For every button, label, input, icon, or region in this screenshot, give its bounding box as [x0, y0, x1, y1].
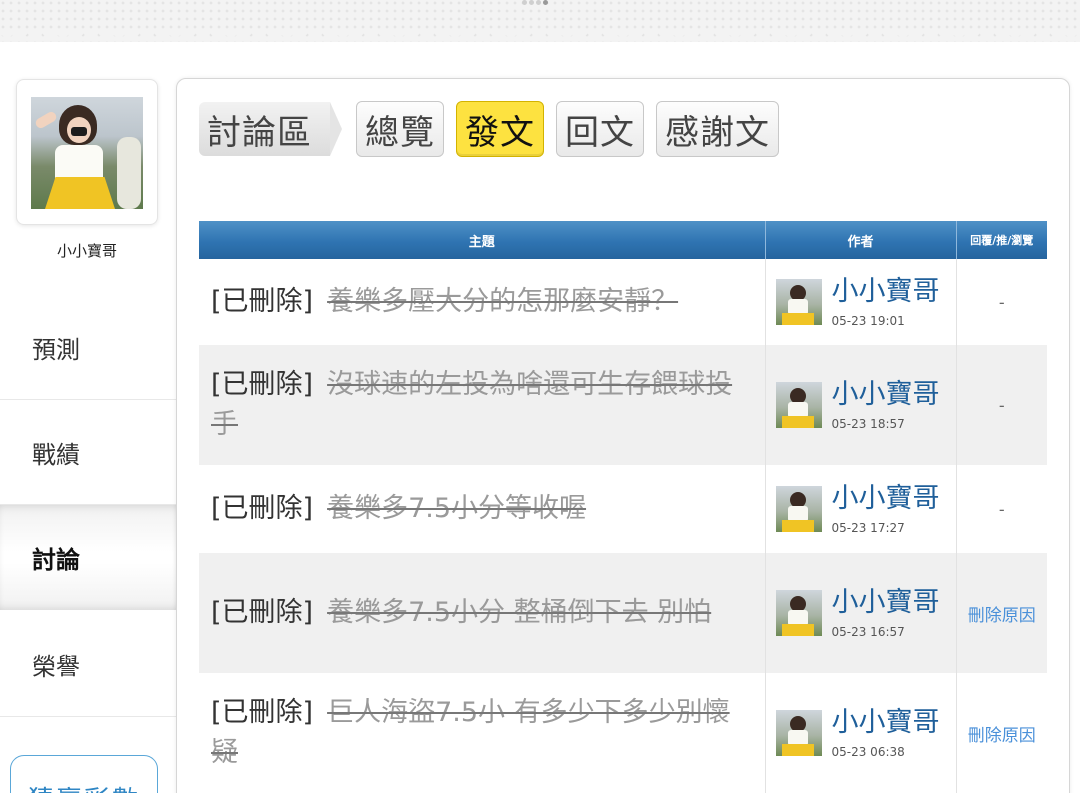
stats-cell: -: [956, 259, 1047, 345]
tab-overview[interactable]: 總覽: [356, 101, 444, 157]
sidebar-item-record[interactable]: 戰績: [0, 400, 176, 505]
sidebar-cta-button[interactable]: 猜贏彩數: [10, 755, 158, 793]
topic-cell[interactable]: [已刪除] 巨人海盜7.5小 有多少下多少別懷疑: [199, 673, 766, 793]
sidebar-username[interactable]: 小小寶哥: [16, 240, 158, 261]
stats-cell: 刪除原因: [956, 553, 1047, 673]
sidebar-item-discussion[interactable]: 討論: [0, 505, 176, 610]
column-header-author: 作者: [765, 221, 957, 259]
table-row[interactable]: [已刪除] 沒球速的左投為啥還可生存餵球投手 小小寶哥 05-23 18:57 -: [199, 345, 1047, 465]
topic-title[interactable]: 養樂多7.5小分等收喔: [327, 493, 586, 524]
author-avatar[interactable]: [775, 486, 822, 532]
table-row[interactable]: [已刪除] 養樂多7.5小分等收喔 小小寶哥 05-23 17:27 -: [199, 465, 1047, 553]
banner-dots: [522, 0, 558, 6]
stats-cell: -: [956, 465, 1047, 553]
avatar[interactable]: [31, 97, 143, 209]
tabs-row: 討論區 總覽 發文 回文 感謝文: [199, 100, 779, 158]
table-row[interactable]: [已刪除] 養樂多壓大分的怎那麼安靜？ 小小寶哥 05-23 19:01 -: [199, 259, 1047, 345]
topic-title[interactable]: 養樂多壓大分的怎那麼安靜？: [327, 286, 678, 317]
delete-reason-link[interactable]: 刪除原因: [968, 726, 1036, 746]
author-cell: 小小寶哥 05-23 06:38: [765, 673, 957, 793]
tab-thanks[interactable]: 感謝文: [656, 101, 779, 157]
column-header-stats: 回覆/推/瀏覽: [956, 221, 1047, 259]
sidebar-item-honor[interactable]: 榮譽: [0, 612, 176, 717]
table-header-row: 主題 作者 回覆/推/瀏覽: [199, 221, 1047, 259]
post-time: 05-23 18:57: [831, 417, 905, 431]
topic-table: 主題 作者 回覆/推/瀏覽 [已刪除] 養樂多壓大分的怎那麼安靜？ 小小寶哥 05-…: [199, 221, 1047, 793]
author-name[interactable]: 小小寶哥: [832, 379, 940, 411]
post-time: 05-23 17:27: [831, 521, 905, 535]
delete-reason-link[interactable]: 刪除原因: [968, 606, 1036, 626]
topic-cell[interactable]: [已刪除] 養樂多壓大分的怎那麼安靜？: [199, 259, 766, 345]
author-cell: 小小寶哥 05-23 19:01: [765, 259, 957, 345]
author-name[interactable]: 小小寶哥: [832, 707, 940, 739]
main-panel: 討論區 總覽 發文 回文 感謝文 主題 作者 回覆/推/瀏覽 [已刪除] 養樂多壓…: [176, 78, 1070, 793]
author-cell: 小小寶哥 05-23 18:57: [765, 345, 957, 465]
table-row[interactable]: [已刪除] 巨人海盜7.5小 有多少下多少別懷疑 小小寶哥 05-23 06:38 …: [199, 673, 1047, 793]
deleted-tag: [已刪除]: [211, 493, 314, 524]
column-header-topic: 主題: [199, 221, 766, 259]
author-name[interactable]: 小小寶哥: [832, 587, 940, 619]
avatar-card[interactable]: [16, 79, 158, 225]
author-name[interactable]: 小小寶哥: [832, 483, 940, 515]
topic-title[interactable]: 養樂多7.5小分 整桶倒下去 別怕: [327, 597, 711, 628]
author-name[interactable]: 小小寶哥: [832, 276, 940, 308]
stats-cell: -: [956, 345, 1047, 465]
post-time: 05-23 06:38: [831, 745, 905, 759]
breadcrumb[interactable]: 討論區: [199, 102, 342, 156]
author-cell: 小小寶哥 05-23 16:57: [765, 553, 957, 673]
post-time: 05-23 19:01: [831, 314, 905, 328]
topic-cell[interactable]: [已刪除] 沒球速的左投為啥還可生存餵球投手: [199, 345, 766, 465]
topic-cell[interactable]: [已刪除] 養樂多7.5小分等收喔: [199, 465, 766, 553]
deleted-tag: [已刪除]: [211, 697, 314, 728]
author-avatar[interactable]: [775, 382, 822, 428]
tab-replies[interactable]: 回文: [556, 101, 644, 157]
post-time: 05-23 16:57: [831, 625, 905, 639]
deleted-tag: [已刪除]: [211, 286, 314, 317]
deleted-tag: [已刪除]: [211, 369, 314, 400]
top-banner-edge: [0, 30, 1080, 44]
author-avatar[interactable]: [775, 279, 822, 325]
table-row[interactable]: [已刪除] 養樂多7.5小分 整桶倒下去 別怕 小小寶哥 05-23 16:57 刪…: [199, 553, 1047, 673]
tab-posts[interactable]: 發文: [456, 101, 544, 157]
author-avatar[interactable]: [775, 710, 822, 756]
stats-cell: 刪除原因: [956, 673, 1047, 793]
sidebar-item-predict[interactable]: 預測: [0, 295, 176, 400]
deleted-tag: [已刪除]: [211, 597, 314, 628]
author-cell: 小小寶哥 05-23 17:27: [765, 465, 957, 553]
topic-cell[interactable]: [已刪除] 養樂多7.5小分 整桶倒下去 別怕: [199, 553, 766, 673]
author-avatar[interactable]: [775, 590, 822, 636]
